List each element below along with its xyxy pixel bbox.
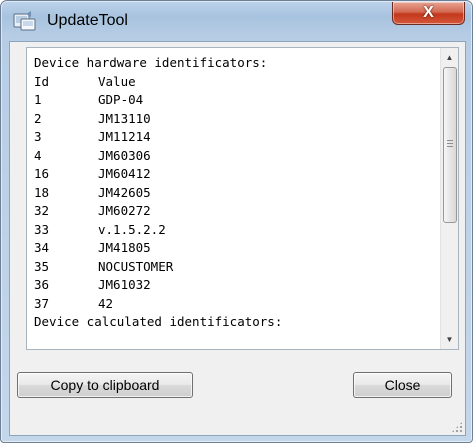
identificators-list: Device hardware identificators: Id Value 1 G… [34,54,427,332]
identifier-id: 1 [34,92,42,107]
update-app-icon [13,11,36,31]
output-line: 37 42 [34,295,427,314]
output-line: 33 v.1.5.2.2 [34,221,427,240]
output-line: 16 JM60412 [34,165,427,184]
title-bar[interactable]: UpdateTool X [1,1,472,41]
identifier-id: 36 [34,277,50,292]
window-title: UpdateTool [47,12,128,29]
update-tool-window: UpdateTool X Device hardware identificat… [0,0,473,443]
output-line: Device calculated identificators: [34,313,427,332]
identifier-id: 18 [34,184,50,200]
identifier-value: 42 [98,295,114,311]
close-icon: X [423,4,434,21]
identifier-id: 32 [34,203,50,218]
scrollbar-thumb[interactable] [443,67,457,223]
identifier-id: 37 [34,295,50,311]
identifier-value: JM60412 [98,166,151,181]
output-line: Id Value [34,73,427,92]
identifier-id: 33 [34,221,50,237]
identifier-id: 4 [34,147,42,163]
vertical-scrollbar[interactable]: ▲ ▼ [440,48,458,349]
copy-to-clipboard-button[interactable]: Copy to clipboard [17,372,193,398]
identifier-id: 3 [34,129,42,144]
output-line: 2 JM13110 [34,110,427,129]
identifier-value: JM60306 [98,147,151,163]
section-heading: Device calculated identificators: [34,314,283,329]
identifier-id: 35 [34,258,50,274]
identifier-value: JM13110 [98,110,151,126]
identifier-value: NOCUSTOMER [98,258,174,274]
section-heading: Device hardware identificators: [34,55,268,70]
identifier-value: JM60272 [98,203,151,218]
scroll-down-arrow-icon[interactable]: ▼ [441,331,458,348]
output-line: 4 JM60306 [34,147,427,166]
output-line: 1 GDP-04 [34,91,427,110]
identifier-value: JM42605 [98,184,151,200]
output-line: 32 JM60272 [34,202,427,221]
identifier-id: Id [34,73,50,89]
identifier-id: 34 [34,240,50,255]
output-line: 3 JM11214 [34,128,427,147]
identifier-value: JM61032 [98,277,151,292]
scrollbar-grip-icon [447,140,453,147]
identifier-value: JM41805 [98,240,151,255]
identifier-id: 16 [34,166,50,181]
identifier-value: GDP-04 [98,92,144,107]
identificators-text-area[interactable]: Device hardware identificators: Id Value 1 G… [26,47,459,350]
identifier-value: JM11214 [98,129,151,144]
close-button[interactable]: Close [353,372,452,398]
identifier-value: v.1.5.2.2 [98,221,166,237]
output-line: 34 JM41805 [34,239,427,258]
output-line: Device hardware identificators: [34,54,427,73]
identifier-id: 2 [34,110,42,126]
identifier-value: Value [98,73,136,89]
output-line: 18 JM42605 [34,184,427,203]
output-line: 36 JM61032 [34,276,427,295]
scroll-up-arrow-icon[interactable]: ▲ [441,49,458,66]
window-close-button[interactable]: X [392,2,465,25]
output-line: 35 NOCUSTOMER [34,258,427,277]
